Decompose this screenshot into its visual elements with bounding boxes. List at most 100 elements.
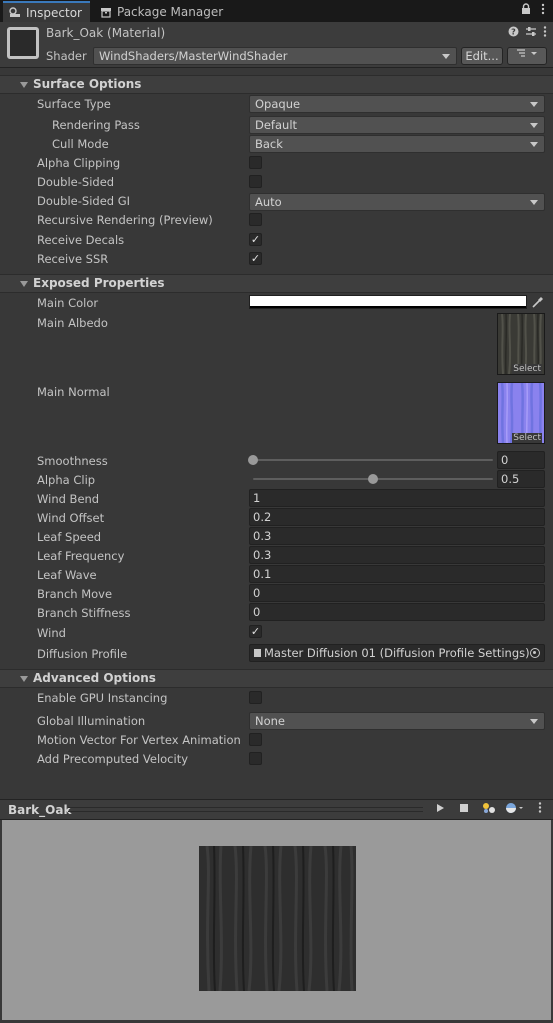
receive-ssr-label: Receive SSR xyxy=(37,252,109,266)
preview-toolbar: Bark_Oak xyxy=(0,799,553,820)
wind-checkbox[interactable]: ✓ xyxy=(249,625,262,638)
precomputed-velocity-label: Add Precomputed Velocity xyxy=(37,752,189,766)
surface-type-dropdown[interactable]: Opaque xyxy=(249,95,545,113)
tab-label: Package Manager xyxy=(117,5,224,19)
foldout-triangle-icon xyxy=(20,82,28,88)
main-normal-label: Main Normal xyxy=(37,385,110,399)
motion-vector-label: Motion Vector For Vertex Animation xyxy=(37,733,241,747)
alpha-clipping-checkbox[interactable] xyxy=(249,156,262,169)
main-albedo-label: Main Albedo xyxy=(37,316,108,330)
wind-offset-label: Wind Offset xyxy=(37,511,105,525)
double-sided-checkbox[interactable] xyxy=(249,175,262,188)
shader-label: Shader xyxy=(46,49,87,63)
precomputed-velocity-checkbox[interactable] xyxy=(249,752,262,765)
smoothness-slider-track[interactable] xyxy=(253,459,493,461)
dropdown-value: Auto xyxy=(255,195,282,209)
recursive-rendering-label: Recursive Rendering (Preview) xyxy=(37,213,213,227)
material-preview-area[interactable] xyxy=(2,820,551,1020)
inspector-window: Inspector Package Manager Bark_Oak (Mate… xyxy=(0,0,553,1023)
receive-decals-label: Receive Decals xyxy=(37,233,125,247)
inspector-icon xyxy=(9,7,21,18)
svg-text:?: ? xyxy=(511,28,516,37)
double-sided-gi-dropdown[interactable]: Auto xyxy=(249,193,545,211)
surface-options-header[interactable]: Surface Options xyxy=(0,75,553,94)
exposed-properties-header[interactable]: Exposed Properties xyxy=(0,274,553,293)
material-thumbnail xyxy=(7,27,39,59)
cull-mode-dropdown[interactable]: Back xyxy=(249,135,545,153)
leaf-speed-field[interactable]: 0.3 xyxy=(249,527,545,545)
tab-tools xyxy=(521,3,545,18)
diffusion-profile-icon xyxy=(254,649,261,657)
tab-bar: Inspector Package Manager xyxy=(0,0,553,22)
gpu-instancing-checkbox[interactable] xyxy=(249,691,262,704)
preset-icon[interactable] xyxy=(525,26,537,40)
chevron-down-icon xyxy=(442,54,450,59)
leaf-frequency-field[interactable]: 0.3 xyxy=(249,546,545,564)
branch-move-label: Branch Move xyxy=(37,587,113,601)
main-normal-texture-slot[interactable]: Select xyxy=(497,382,545,444)
receive-decals-checkbox[interactable]: ✓ xyxy=(249,233,262,246)
section-title: Advanced Options xyxy=(33,671,156,685)
list-icon xyxy=(517,49,537,57)
main-albedo-texture-slot[interactable]: Select xyxy=(497,313,545,375)
motion-vector-checkbox[interactable] xyxy=(249,733,262,746)
alpha-clip-field[interactable]: 0.5 xyxy=(497,470,545,488)
help-icon[interactable]: ? xyxy=(508,26,519,40)
play-icon[interactable] xyxy=(431,802,449,818)
stop-icon[interactable] xyxy=(455,802,473,818)
object-value: Master Diffusion 01 (Diffusion Profile S… xyxy=(264,646,530,660)
main-color-swatch[interactable] xyxy=(249,295,527,309)
chevron-down-icon xyxy=(530,123,538,128)
select-texture-label[interactable]: Select xyxy=(512,433,542,443)
lighting-icon[interactable] xyxy=(480,802,498,818)
chevron-down-icon xyxy=(530,719,538,724)
edit-shader-button[interactable]: Edit... xyxy=(461,47,503,65)
chevron-down-icon xyxy=(530,102,538,107)
diffusion-profile-label: Diffusion Profile xyxy=(37,647,128,661)
dropdown-value: Default xyxy=(255,118,298,132)
object-picker-icon[interactable] xyxy=(530,648,540,658)
kebab-menu-icon[interactable] xyxy=(541,3,545,18)
leaf-wave-field[interactable]: 0.1 xyxy=(249,565,545,583)
kebab-menu-icon[interactable] xyxy=(543,26,547,40)
tab-inspector[interactable]: Inspector xyxy=(3,1,90,22)
gpu-instancing-label: Enable GPU Instancing xyxy=(37,691,168,705)
advanced-options-header[interactable]: Advanced Options xyxy=(0,669,553,688)
wind-label: Wind xyxy=(37,626,66,640)
alpha-clip-slider-knob[interactable] xyxy=(368,474,378,484)
shader-dropdown[interactable]: WindShaders/MasterWindShader xyxy=(93,47,457,65)
wind-offset-field[interactable]: 0.2 xyxy=(249,508,545,526)
shader-options-button[interactable] xyxy=(507,47,547,65)
package-icon xyxy=(100,7,112,18)
bark-preview-quad xyxy=(199,845,356,992)
tab-package-manager[interactable]: Package Manager xyxy=(94,2,231,22)
diffusion-profile-field[interactable]: Master Diffusion 01 (Diffusion Profile S… xyxy=(249,644,545,662)
select-texture-label[interactable]: Select xyxy=(512,364,542,374)
eyedropper-icon[interactable] xyxy=(531,295,545,309)
wind-bend-label: Wind Bend xyxy=(37,492,100,506)
rendering-pass-label: Rendering Pass xyxy=(52,118,140,132)
lock-icon[interactable] xyxy=(521,3,531,18)
receive-ssr-checkbox[interactable]: ✓ xyxy=(249,252,262,265)
smoothness-slider-knob[interactable] xyxy=(248,455,258,465)
kebab-menu-icon[interactable] xyxy=(535,802,545,818)
smoothness-field[interactable]: 0 xyxy=(497,451,545,469)
branch-stiffness-label: Branch Stiffness xyxy=(37,606,131,620)
leaf-frequency-label: Leaf Frequency xyxy=(37,549,125,563)
global-illumination-label: Global Illumination xyxy=(37,714,146,728)
branch-move-field[interactable]: 0 xyxy=(249,584,545,602)
main-color-label: Main Color xyxy=(37,296,99,310)
surface-type-label: Surface Type xyxy=(37,97,111,111)
preview-resize-handle[interactable] xyxy=(68,807,423,812)
alpha-clipping-label: Alpha Clipping xyxy=(37,156,121,170)
recursive-rendering-checkbox[interactable] xyxy=(249,213,262,226)
section-title: Surface Options xyxy=(33,77,142,91)
chevron-down-icon xyxy=(530,142,538,147)
wind-bend-field[interactable]: 1 xyxy=(249,489,545,507)
branch-stiffness-field[interactable]: 0 xyxy=(249,603,545,621)
sphere-icon[interactable] xyxy=(505,802,523,818)
global-illumination-dropdown[interactable]: None xyxy=(249,712,545,730)
material-header: Bark_Oak (Material) ? Shader WindShaders… xyxy=(0,22,553,68)
rendering-pass-dropdown[interactable]: Default xyxy=(249,116,545,134)
tab-label: Inspector xyxy=(26,5,82,20)
